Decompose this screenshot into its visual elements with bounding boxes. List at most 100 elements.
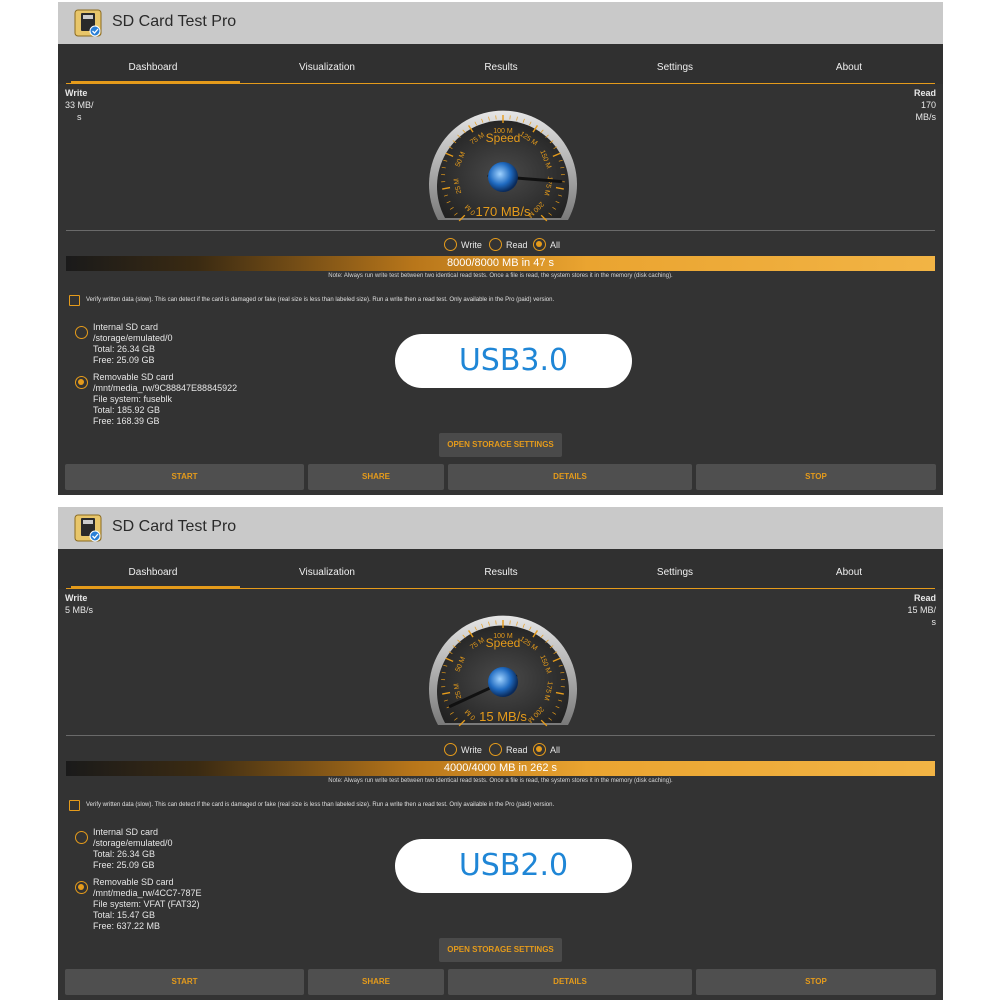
- tab-dashboard[interactable]: Dashboard: [66, 44, 240, 84]
- stop-button[interactable]: STOP: [696, 969, 936, 995]
- mode-all-label: All: [550, 745, 561, 755]
- mode-all-label: All: [550, 240, 561, 250]
- caching-note: Note: Always run write test between two …: [328, 273, 673, 279]
- stop-button[interactable]: STOP: [696, 464, 936, 490]
- verify-checkbox[interactable]: [69, 800, 80, 811]
- tab-dashboard[interactable]: Dashboard: [66, 549, 240, 589]
- details-button[interactable]: DETAILS: [448, 464, 692, 490]
- details-button[interactable]: DETAILS: [448, 969, 692, 995]
- mode-read-option[interactable]: Read: [489, 237, 529, 253]
- mode-write-radio[interactable]: [444, 238, 457, 251]
- start-button[interactable]: START: [65, 464, 304, 490]
- write-value: 5 MB/s: [65, 605, 94, 615]
- internal-storage-title: Internal SD card: [93, 827, 159, 837]
- sd-card-icon: [74, 514, 102, 542]
- tab-divider: [66, 83, 935, 84]
- write-value: 33 MB/: [65, 100, 94, 110]
- internal-storage-radio[interactable]: [75, 831, 88, 844]
- mode-write-label: Write: [461, 745, 482, 755]
- title-bar: SD Card Test Pro: [58, 507, 943, 549]
- mode-read-radio[interactable]: [489, 743, 502, 756]
- internal-storage-path: /storage/emulated/0: [93, 838, 173, 848]
- open-storage-settings-button[interactable]: OPEN STORAGE SETTINGS: [439, 433, 562, 457]
- read-value: 170: [920, 100, 936, 110]
- write-speed-label: Write 5 MB/s: [65, 592, 105, 616]
- tab-about[interactable]: About: [762, 44, 936, 84]
- internal-storage-title: Internal SD card: [93, 322, 159, 332]
- mode-write-radio[interactable]: [444, 743, 457, 756]
- verify-text: Verify written data (slow). This can det…: [86, 802, 555, 808]
- verify-option[interactable]: Verify written data (slow). This can det…: [69, 295, 929, 308]
- tab-bar: Dashboard Visualization Results Settings…: [58, 44, 943, 84]
- removable-storage-path: /mnt/media_rw/9C88847E88845922: [93, 383, 238, 393]
- gauge-value: 170 MB/s: [476, 204, 531, 219]
- read-speed-label: Read 15 MB/ s: [896, 592, 936, 628]
- mode-all-radio[interactable]: [533, 743, 546, 756]
- internal-storage-radio[interactable]: [75, 326, 88, 339]
- usb-version-badge: USB3.0: [395, 334, 632, 388]
- gauge-title: Speed: [486, 636, 521, 650]
- share-button[interactable]: SHARE: [308, 464, 444, 490]
- gauge-divider: [66, 230, 935, 231]
- usb-version-badge: USB2.0: [395, 839, 632, 893]
- internal-storage-option[interactable]: Internal SD card /storage/emulated/0 Tot…: [75, 322, 275, 368]
- mode-write-option[interactable]: Write: [444, 742, 486, 758]
- globe-icon: [488, 162, 518, 192]
- internal-storage-free: Free: 25.09 GB: [93, 860, 155, 870]
- mode-read-option[interactable]: Read: [489, 742, 529, 758]
- tab-visualization[interactable]: Visualization: [240, 549, 414, 589]
- verify-checkbox[interactable]: [69, 295, 80, 306]
- write-unit: s: [77, 112, 82, 122]
- removable-storage-title: Removable SD card: [93, 877, 174, 887]
- read-speed-label: Read 170 MB/s: [896, 87, 936, 123]
- action-bar: START SHARE DETAILS STOP: [58, 464, 943, 492]
- removable-storage-radio[interactable]: [75, 881, 88, 894]
- speed-gauge: 0 M25 M50 M75 M100 M 125 M150 M175 M200 M…: [429, 615, 577, 727]
- removable-storage-path: /mnt/media_rw/4CC7-787E: [93, 888, 202, 898]
- test-mode-selector: Write Read All: [58, 742, 943, 758]
- read-unit: s: [931, 617, 937, 627]
- removable-storage-option[interactable]: Removable SD card /mnt/media_rw/9C88847E…: [75, 372, 295, 430]
- gauge-divider: [66, 735, 935, 736]
- mode-write-label: Write: [461, 240, 482, 250]
- removable-storage-option[interactable]: Removable SD card /mnt/media_rw/4CC7-787…: [75, 877, 295, 935]
- internal-storage-option[interactable]: Internal SD card /storage/emulated/0 Tot…: [75, 827, 275, 873]
- write-label: Write: [65, 593, 88, 603]
- mode-write-option[interactable]: Write: [444, 237, 486, 253]
- mode-all-option[interactable]: All: [533, 742, 565, 758]
- gauge-title: Speed: [486, 131, 521, 145]
- mode-read-label: Read: [506, 745, 528, 755]
- read-unit: MB/s: [915, 112, 936, 122]
- removable-storage-radio[interactable]: [75, 376, 88, 389]
- tab-results[interactable]: Results: [414, 44, 588, 84]
- open-storage-settings-button[interactable]: OPEN STORAGE SETTINGS: [439, 938, 562, 962]
- mode-all-option[interactable]: All: [533, 237, 565, 253]
- tab-visualization[interactable]: Visualization: [240, 44, 414, 84]
- action-bar: START SHARE DETAILS STOP: [58, 969, 943, 997]
- tab-results[interactable]: Results: [414, 549, 588, 589]
- mode-all-radio[interactable]: [533, 238, 546, 251]
- app-title: SD Card Test Pro: [112, 518, 237, 535]
- speed-gauge: 0 M25 M50 M75 M100 M 125 M150 M175 M200 M…: [429, 110, 577, 222]
- app-window-usb2: SD Card Test Pro Dashboard Visualization…: [58, 507, 943, 1000]
- globe-icon: [488, 667, 518, 697]
- tab-settings[interactable]: Settings: [588, 44, 762, 84]
- tab-settings[interactable]: Settings: [588, 549, 762, 589]
- removable-storage-total: Total: 185.92 GB: [93, 405, 161, 415]
- mode-read-radio[interactable]: [489, 238, 502, 251]
- verify-option[interactable]: Verify written data (slow). This can det…: [69, 800, 929, 813]
- tab-about[interactable]: About: [762, 549, 936, 589]
- read-label: Read: [913, 88, 936, 98]
- write-speed-label: Write 33 MB/ s: [65, 87, 105, 123]
- app-title: SD Card Test Pro: [112, 13, 237, 30]
- removable-storage-total: Total: 15.47 GB: [93, 910, 156, 920]
- removable-storage-free: Free: 637.22 MB: [93, 921, 161, 931]
- removable-storage-fs: File system: fuseblk: [93, 394, 173, 404]
- title-bar: SD Card Test Pro: [58, 2, 943, 44]
- mode-read-label: Read: [506, 240, 528, 250]
- read-label: Read: [913, 593, 936, 603]
- internal-storage-free: Free: 25.09 GB: [93, 355, 155, 365]
- share-button[interactable]: SHARE: [308, 969, 444, 995]
- test-mode-selector: Write Read All: [58, 237, 943, 253]
- start-button[interactable]: START: [65, 969, 304, 995]
